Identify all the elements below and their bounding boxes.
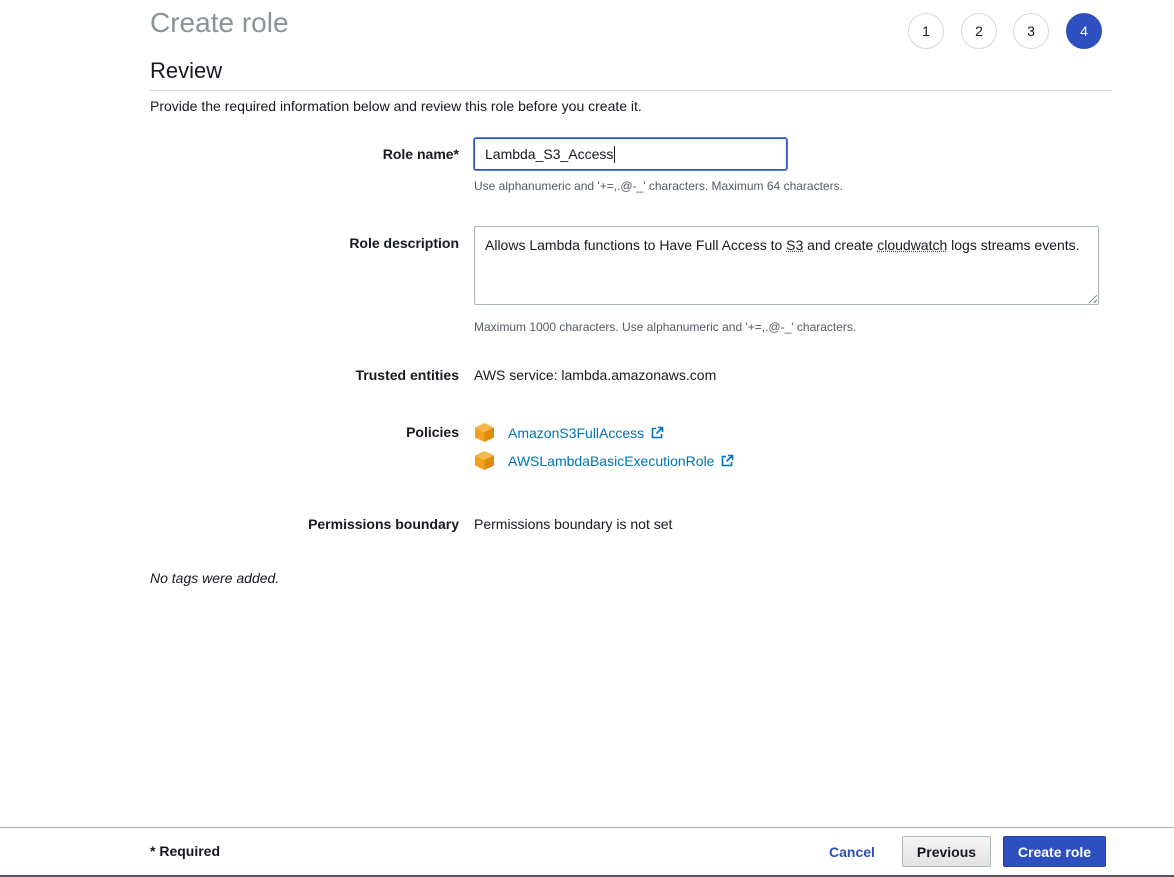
role-name-input[interactable]: Lambda_S3_Access <box>474 138 787 170</box>
description-text-1: Allows Lambda functions to Have Full Acc… <box>485 237 787 253</box>
external-link-icon[interactable] <box>650 426 664 440</box>
create-role-button[interactable]: Create role <box>1003 836 1106 867</box>
description-word-cloudwatch: cloudwatch <box>877 237 948 253</box>
footer-divider <box>0 827 1174 828</box>
policy-item: AWSLambdaBasicExecutionRole <box>474 450 734 471</box>
intro-text: Provide the required information below a… <box>150 98 642 114</box>
no-tags-note: No tags were added. <box>150 570 280 586</box>
description-word-s3: S3 <box>786 237 804 253</box>
description-text-2: and create <box>803 237 878 253</box>
permissions-boundary-value: Permissions boundary is not set <box>474 516 673 532</box>
role-name-value: Lambda_S3_Access <box>485 146 614 162</box>
aws-policy-cube-icon <box>475 423 494 442</box>
text-caret <box>614 145 616 163</box>
role-name-hint: Use alphanumeric and '+=,.@-_' character… <box>474 179 843 193</box>
external-link-icon[interactable] <box>720 454 734 468</box>
resize-handle-icon[interactable] <box>1089 295 1097 303</box>
previous-button[interactable]: Previous <box>902 836 991 867</box>
step-2[interactable]: 2 <box>961 13 997 49</box>
section-heading: Review <box>150 58 223 83</box>
trusted-entities-value: AWS service: lambda.amazonaws.com <box>474 367 717 383</box>
role-description-textarea[interactable]: Allows Lambda functions to Have Full Acc… <box>474 226 1099 305</box>
cancel-button[interactable]: Cancel <box>818 836 886 867</box>
create-role-page: Create role 1 2 3 4 Review Provide the r… <box>0 0 1174 877</box>
section-divider <box>150 90 1112 91</box>
aws-policy-cube-icon <box>475 451 494 470</box>
trusted-entities-label: Trusted entities <box>355 367 459 383</box>
role-description-label: Role description <box>349 235 459 251</box>
description-text-3: logs streams events. <box>947 237 1080 253</box>
step-1[interactable]: 1 <box>908 13 944 49</box>
policy-link-awslambdabasicexecutionrole[interactable]: AWSLambdaBasicExecutionRole <box>508 453 714 469</box>
step-3[interactable]: 3 <box>1013 13 1049 49</box>
required-note: * Required <box>150 843 221 859</box>
role-description-hint: Maximum 1000 characters. Use alphanumeri… <box>474 320 857 334</box>
permissions-boundary-label: Permissions boundary <box>308 516 459 532</box>
policy-link-amazons3fullaccess[interactable]: AmazonS3FullAccess <box>508 425 644 441</box>
policies-label: Policies <box>406 424 459 440</box>
policy-item: AmazonS3FullAccess <box>474 422 664 443</box>
page-title: Create role <box>150 7 289 38</box>
step-4-current: 4 <box>1066 13 1102 49</box>
role-name-label: Role name* <box>382 146 459 162</box>
